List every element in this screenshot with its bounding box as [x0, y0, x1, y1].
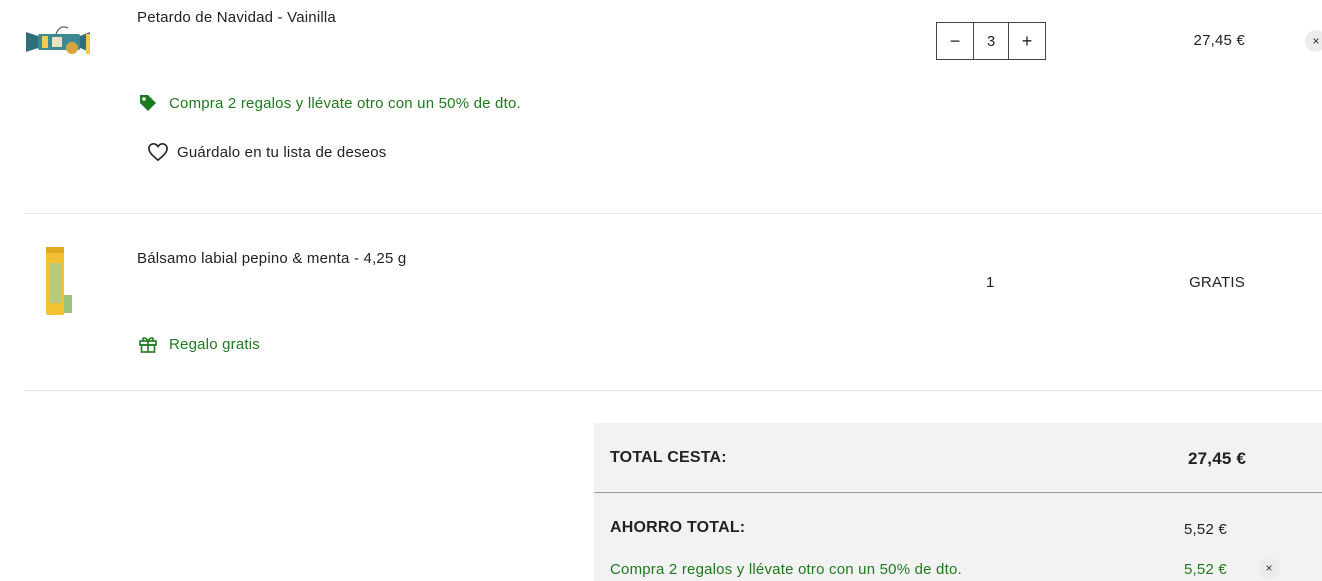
gift-icon — [137, 333, 159, 355]
promo-text: Compra 2 regalos y llévate otro con un 5… — [169, 94, 521, 112]
wishlist-text: Guárdalo en tu lista de deseos — [177, 143, 387, 161]
promo-message: Compra 2 regalos y llévate otro con un 5… — [137, 92, 521, 114]
decrement-button[interactable]: − — [937, 23, 973, 59]
product-name[interactable]: Petardo de Navidad - Vainilla — [137, 9, 336, 26]
item-price: 27,45 € — [1193, 32, 1245, 49]
quantity-stepper: − 3 + — [936, 22, 1046, 60]
totals-divider — [594, 492, 1322, 493]
item-price: GRATIS — [1189, 274, 1245, 291]
discount-value: 5,52 € — [1184, 561, 1227, 578]
product-image[interactable] — [44, 245, 74, 317]
increment-button[interactable]: + — [1009, 23, 1045, 59]
row-divider — [24, 390, 1322, 391]
row-divider — [24, 213, 1322, 214]
christmas-cracker-product-image — [26, 26, 90, 54]
total-savings-value: 5,52 € — [1184, 521, 1227, 538]
close-icon: × — [1312, 34, 1320, 48]
remove-item-button[interactable]: × — [1305, 30, 1322, 52]
quantity-value: 1 — [986, 274, 995, 291]
basket-total-label: TOTAL CESTA: — [610, 449, 727, 466]
promo-text: Regalo gratis — [169, 335, 260, 353]
close-icon: × — [1265, 561, 1273, 575]
order-totals: TOTAL CESTA: 27,45 € AHORRO TOTAL: 5,52 … — [594, 423, 1322, 581]
quantity-value[interactable]: 3 — [973, 23, 1009, 59]
discount-label: Compra 2 regalos y llévate otro con un 5… — [610, 561, 962, 578]
wishlist-link[interactable]: Guárdalo en tu lista de deseos — [147, 141, 386, 163]
total-savings-label: AHORRO TOTAL: — [610, 519, 746, 536]
tag-icon — [137, 92, 159, 114]
remove-discount-button[interactable]: × — [1258, 557, 1280, 579]
lip-balm-product-image — [46, 247, 72, 315]
free-gift-message: Regalo gratis — [137, 333, 260, 355]
heart-icon — [147, 141, 169, 163]
cart-page: Petardo de Navidad - Vainilla − 3 + 27,4… — [0, 0, 1322, 581]
basket-total-value: 27,45 € — [1188, 449, 1247, 468]
product-image[interactable] — [26, 22, 92, 58]
product-name[interactable]: Bálsamo labial pepino & menta - 4,25 g — [137, 250, 406, 267]
